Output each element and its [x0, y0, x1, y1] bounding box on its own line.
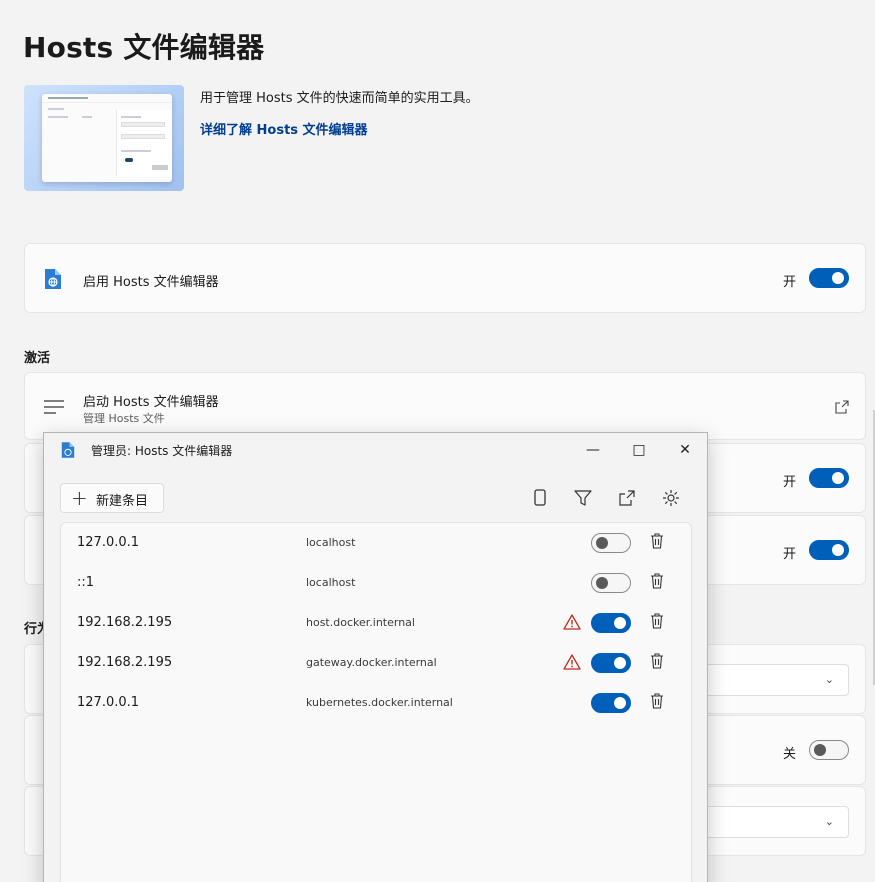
delete-icon[interactable] [650, 613, 664, 629]
list-item[interactable]: 192.168.2.195 gateway.docker.internal [61, 643, 691, 683]
entry-toggle[interactable] [591, 653, 631, 673]
editor-title: 管理员: Hosts 文件编辑器 [91, 444, 233, 458]
learn-more-link[interactable]: 详细了解 Hosts 文件编辑器 [200, 119, 368, 138]
chevron-down-icon: ⌄ [824, 815, 834, 828]
enable-title: 启用 Hosts 文件编辑器 [83, 275, 219, 290]
delete-icon[interactable] [650, 693, 664, 709]
list-icon [44, 400, 64, 414]
entry-toggle[interactable] [591, 693, 631, 713]
entry-host: gateway.docker.internal [306, 656, 437, 669]
plus-icon: + [71, 486, 88, 510]
new-entry-button[interactable]: + 新建条目 [60, 483, 164, 513]
enable-toggle[interactable] [809, 268, 849, 288]
launch-title: 启动 Hosts 文件编辑器 [83, 395, 219, 410]
list-item[interactable]: 127.0.0.1 localhost [61, 523, 691, 563]
activation-toggle-2[interactable] [809, 540, 849, 560]
activation-toggle-1-label: 开 [783, 475, 797, 490]
new-entry-label: 新建条目 [96, 494, 149, 509]
behavior-toggle-label: 关 [783, 747, 797, 762]
entry-toggle[interactable] [591, 533, 631, 553]
entry-ip: 127.0.0.1 [77, 535, 140, 550]
activation-toggle-2-label: 开 [783, 547, 797, 562]
warning-icon[interactable] [563, 654, 581, 670]
list-item[interactable]: 127.0.0.1 kubernetes.docker.internal [61, 683, 691, 723]
filter-icon[interactable] [572, 487, 594, 509]
delete-icon[interactable] [650, 533, 664, 549]
enable-toggle-label: 开 [783, 275, 797, 290]
enable-card: 启用 Hosts 文件编辑器 开 [24, 243, 866, 313]
section-activation: 激活 [24, 351, 51, 366]
list-item[interactable]: ::1 localhost [61, 563, 691, 603]
page-description: 用于管理 Hosts 文件的快速而简单的实用工具。 [200, 91, 479, 106]
entry-ip: ::1 [77, 575, 95, 590]
open-external-icon[interactable] [616, 487, 638, 509]
warning-icon[interactable] [563, 614, 581, 630]
list-item[interactable]: 192.168.2.195 host.docker.internal [61, 603, 691, 643]
chevron-down-icon: ⌄ [824, 673, 834, 686]
behavior-toggle[interactable] [809, 740, 849, 760]
entry-toggle[interactable] [591, 613, 631, 633]
editor-titlebar[interactable]: 管理员: Hosts 文件编辑器 — □ ✕ [44, 433, 707, 467]
maximize-button[interactable]: □ [627, 439, 651, 461]
page-title: Hosts 文件编辑器 [23, 31, 265, 64]
entry-ip: 127.0.0.1 [77, 695, 140, 710]
hosts-editor-window: 管理员: Hosts 文件编辑器 — □ ✕ + 新建条目 127.0.0.1 … [43, 432, 708, 882]
open-external-icon [835, 400, 849, 414]
launch-card[interactable]: 启动 Hosts 文件编辑器 管理 Hosts 文件 [24, 372, 866, 440]
minimize-button[interactable]: — [581, 439, 605, 461]
hosts-file-icon [61, 442, 75, 458]
delete-icon[interactable] [650, 573, 664, 589]
settings-page: Hosts 文件编辑器 用于管理 Hosts 文件的快速而简单的实用工具。 详细… [0, 0, 875, 882]
launch-subtitle: 管理 Hosts 文件 [83, 412, 165, 425]
entry-host: kubernetes.docker.internal [306, 696, 453, 709]
hosts-file-icon [45, 269, 61, 289]
close-button[interactable]: ✕ [673, 439, 697, 461]
entry-host: host.docker.internal [306, 616, 415, 629]
settings-icon[interactable] [660, 487, 682, 509]
delete-icon[interactable] [650, 653, 664, 669]
hero-image [24, 85, 184, 191]
copy-icon[interactable] [529, 487, 551, 509]
entry-ip: 192.168.2.195 [77, 615, 173, 630]
hosts-entry-list: 127.0.0.1 localhost ::1 localhost 192.16… [60, 522, 692, 882]
entry-host: localhost [306, 576, 356, 589]
entry-host: localhost [306, 536, 356, 549]
activation-toggle-1[interactable] [809, 468, 849, 488]
entry-toggle[interactable] [591, 573, 631, 593]
entry-ip: 192.168.2.195 [77, 655, 173, 670]
